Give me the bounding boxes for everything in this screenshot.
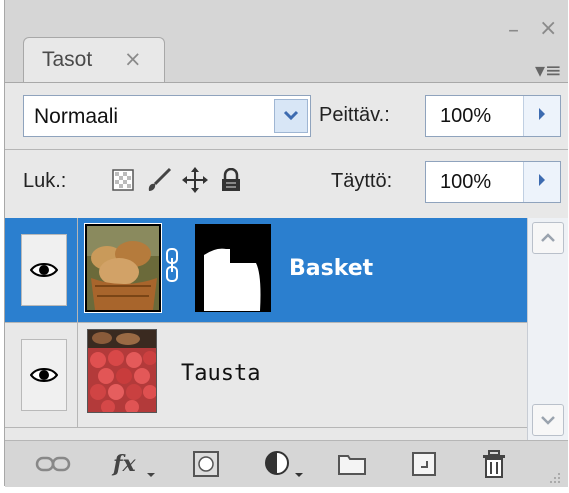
layer-row[interactable]: Tausta — [5, 323, 527, 427]
opacity-value: 100% — [440, 105, 492, 127]
layer-row[interactable]: Basket — [5, 218, 527, 322]
layers-panel: – × Tasot × ▾≡ Normaali Peittäv.: 100% L… — [4, 0, 568, 487]
adjustment-icon[interactable] — [261, 449, 309, 479]
lock-transparency-icon[interactable] — [109, 166, 137, 194]
fill-field[interactable]: 100% — [425, 161, 561, 203]
minimize-button[interactable]: – — [508, 20, 519, 42]
close-button[interactable]: × — [539, 18, 557, 40]
link-icon[interactable] — [165, 246, 179, 284]
new-layer-icon[interactable] — [409, 449, 439, 479]
toolbar-divider — [5, 149, 568, 150]
lock-icon[interactable] — [217, 166, 245, 194]
scroll-down-icon[interactable] — [532, 404, 564, 436]
fill-value: 100% — [440, 171, 492, 193]
tab-layers[interactable]: Tasot × — [23, 37, 165, 83]
resize-grip-icon[interactable] — [543, 463, 563, 493]
row-divider — [77, 218, 78, 322]
layers-scrollbar[interactable] — [527, 218, 568, 440]
tab-label: Tasot — [42, 48, 93, 71]
scroll-up-icon[interactable] — [532, 222, 564, 254]
eye-icon[interactable] — [21, 234, 67, 306]
fx-icon[interactable]: fx — [109, 449, 159, 479]
blend-mode-dropdown[interactable]: Normaali — [23, 95, 311, 137]
move-icon[interactable] — [181, 166, 209, 194]
layers-list: Basket Tausta — [5, 218, 568, 440]
row-divider — [77, 323, 78, 427]
brush-icon[interactable] — [145, 166, 173, 194]
row-separator — [5, 427, 527, 428]
chevron-down-icon[interactable] — [274, 99, 308, 133]
layers-bottom-toolbar: fx — [5, 440, 568, 487]
opacity-label: Peittäv.: — [319, 104, 390, 126]
layer-options-toolbar: Normaali Peittäv.: 100% Luk.: Täyttö: 10… — [5, 82, 568, 219]
mask-icon[interactable] — [191, 449, 221, 479]
layer-thumbnail[interactable] — [84, 223, 162, 313]
trash-icon[interactable] — [479, 449, 509, 479]
layer-name[interactable]: Tausta — [181, 361, 260, 386]
opacity-field[interactable]: 100% — [425, 95, 561, 137]
panel-titlebar: – × Tasot × ▾≡ — [5, 0, 568, 83]
svg-text:fx: fx — [111, 451, 136, 477]
layer-mask-thumbnail[interactable] — [195, 224, 271, 312]
fill-arrow-icon[interactable] — [523, 162, 560, 202]
lock-label: Luk.: — [23, 170, 67, 192]
tab-close-icon[interactable]: × — [124, 47, 142, 71]
link-layers-icon[interactable] — [33, 449, 73, 479]
opacity-arrow-icon[interactable] — [523, 96, 560, 136]
layer-thumbnail[interactable] — [87, 329, 157, 414]
layer-name[interactable]: Basket — [289, 256, 373, 281]
panel-menu-icon[interactable]: ▾≡ — [535, 58, 562, 82]
blend-mode-value: Normaali — [34, 105, 119, 128]
fill-label: Täyttö: — [331, 170, 393, 192]
eye-icon[interactable] — [21, 339, 67, 411]
folder-icon[interactable] — [335, 449, 369, 479]
